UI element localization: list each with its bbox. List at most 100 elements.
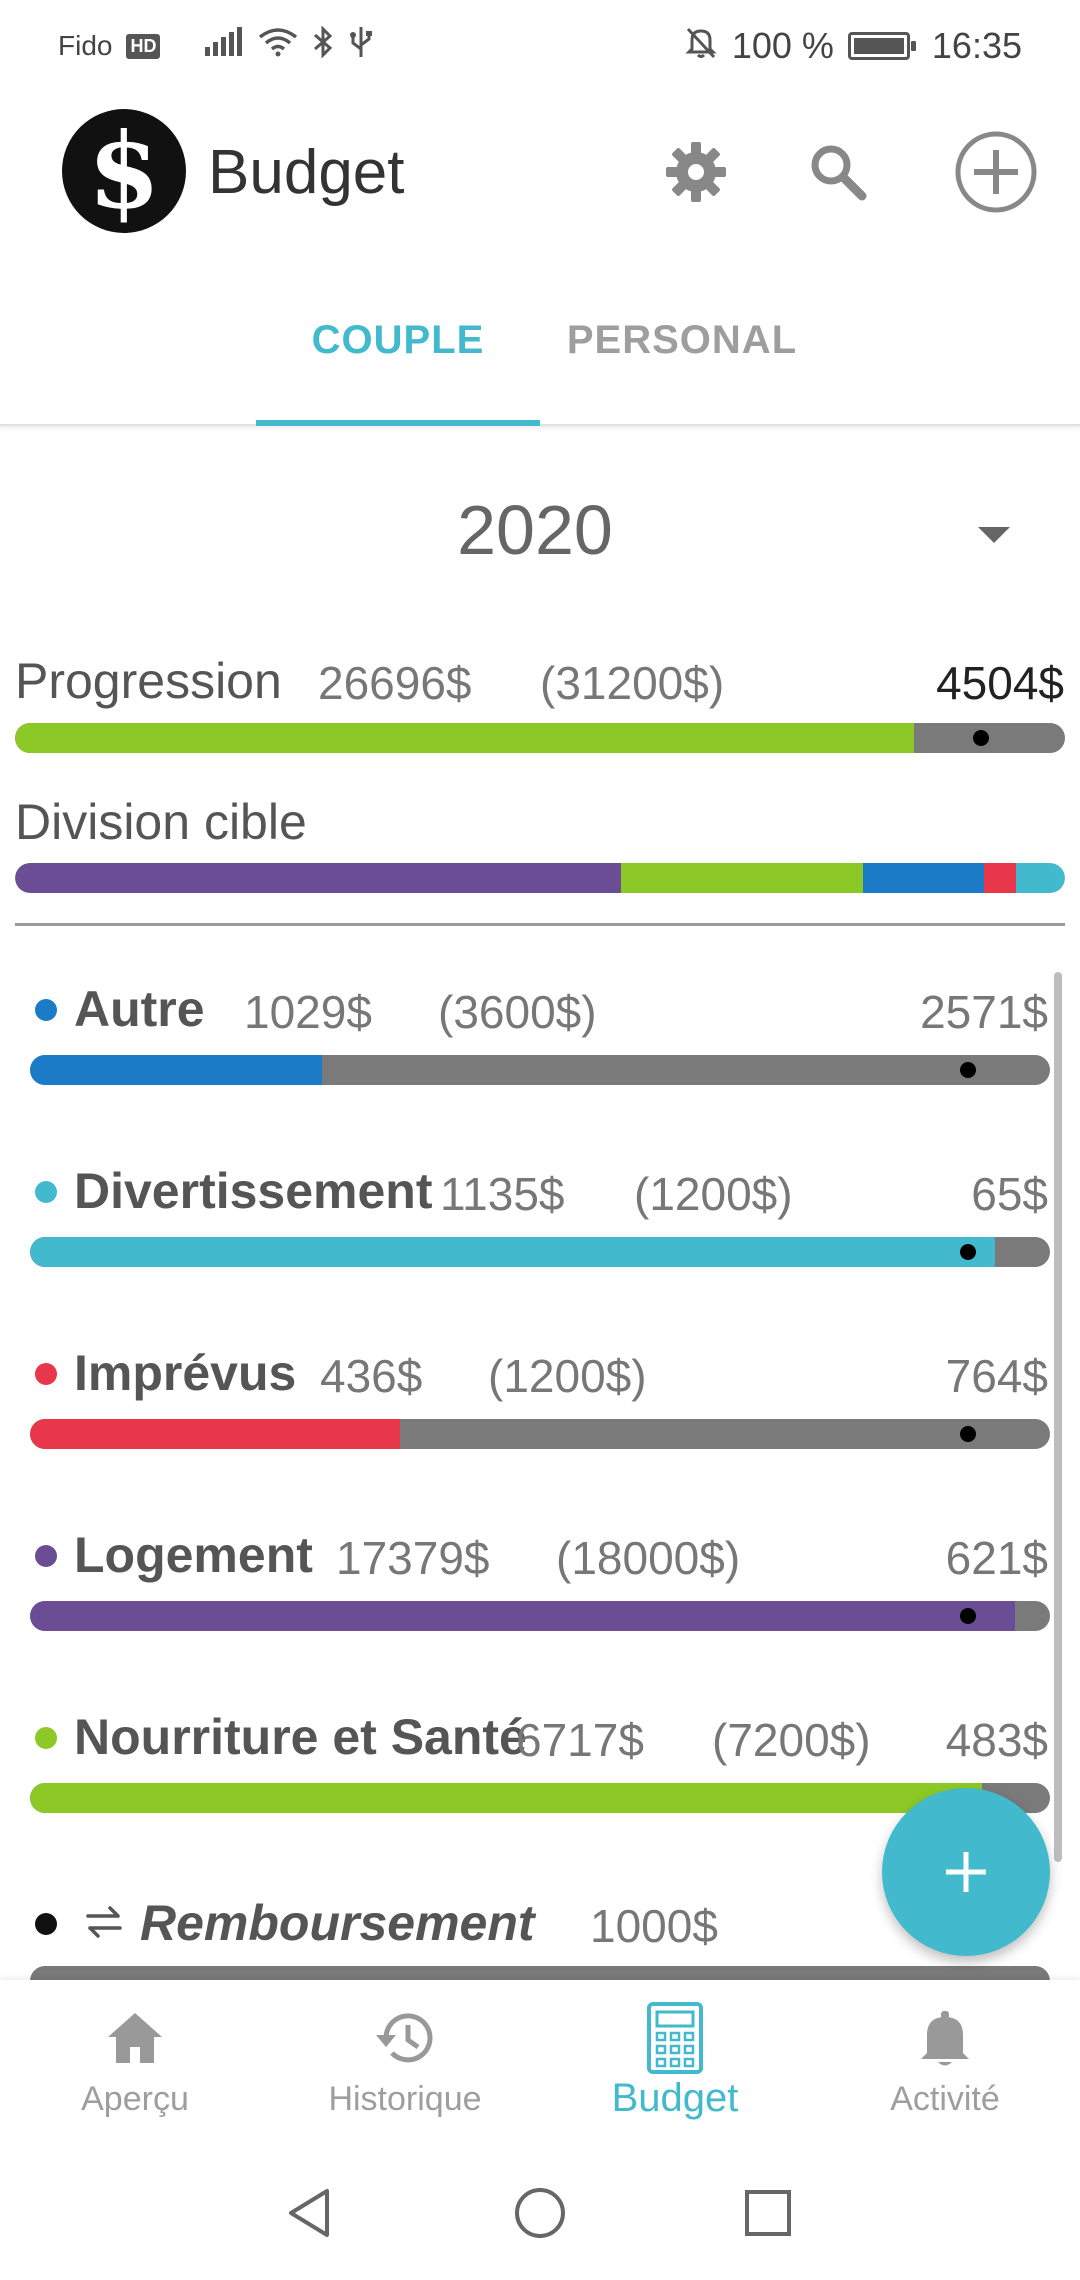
scrollbar[interactable] (1054, 972, 1062, 1862)
category-remaining: 764$ (945, 1350, 1048, 1402)
hd-badge: HD (126, 33, 161, 59)
category-dot (35, 1727, 57, 1749)
home-circle-icon[interactable] (505, 2178, 575, 2248)
category-bar-fill (30, 1419, 401, 1449)
division-segment (1015, 863, 1065, 893)
calculator-icon (639, 2002, 711, 2074)
battery-icon (847, 32, 916, 60)
nav-label: Aperçu (81, 2080, 189, 2118)
progression-bar-marker (973, 730, 989, 746)
settings-icon[interactable] (654, 130, 738, 214)
home-icon (99, 2002, 171, 2074)
category-dot (35, 1363, 57, 1385)
logo-dollar-glyph: $ (87, 109, 161, 232)
add-circle-icon[interactable] (954, 130, 1038, 214)
plus-icon (946, 1852, 986, 1892)
status-left: Fido HD (58, 25, 374, 67)
tab-personal[interactable]: PERSONAL (540, 318, 824, 363)
division-segment (863, 863, 985, 893)
bell-icon (909, 2002, 981, 2074)
recents-icon[interactable] (733, 2178, 803, 2248)
signal-icon (204, 27, 244, 65)
remboursement-dot (35, 1913, 57, 1935)
add-transaction-button[interactable] (882, 1788, 1050, 1956)
bottom-navigation: Aperçu Historique Budget Activité (0, 1980, 1080, 2150)
progression-bar (15, 723, 1065, 753)
category-spent: 6717$ (516, 1714, 644, 1766)
category-target: (1200$) (488, 1350, 647, 1402)
category-bar (30, 1601, 1050, 1631)
category-name: Imprévus (74, 1345, 297, 1401)
app-logo: $ (62, 109, 186, 233)
category-bar-fill (30, 1783, 982, 1813)
division-segment (15, 863, 621, 893)
history-icon (369, 2002, 441, 2074)
tab-bar: COUPLE PERSONAL (0, 258, 1080, 426)
nav-historique[interactable]: Historique (270, 1980, 540, 2150)
search-icon[interactable] (796, 130, 880, 214)
category-bar-fill (30, 1237, 995, 1267)
category-target: (1200$) (634, 1168, 793, 1220)
progression-label: Progression (15, 653, 282, 709)
progression-target: (31200$) (540, 657, 725, 709)
category-target: (3600$) (438, 986, 597, 1038)
carrier-name: Fido (58, 30, 113, 61)
category-spent: 17379$ (336, 1532, 490, 1584)
category-spent: 1135$ (440, 1168, 565, 1220)
nav-label: Activité (890, 2080, 1000, 2118)
progression-remaining: 4504$ (936, 657, 1064, 709)
category-spent: 436$ (320, 1350, 423, 1402)
nav-budget[interactable]: Budget (540, 1980, 810, 2150)
category-name: Divertissement (74, 1163, 433, 1219)
category-bar-fill (30, 1055, 322, 1085)
category-bar-marker (960, 1426, 977, 1442)
category-name: Nourriture et Santé (74, 1709, 527, 1765)
dropdown-arrow-icon[interactable] (978, 527, 1010, 543)
clock: 16:35 (931, 25, 1022, 66)
remboursement-amount: 1000$ (590, 1900, 718, 1952)
year-selector[interactable]: 2020 (0, 490, 1070, 570)
remboursement-name: Remboursement (140, 1895, 535, 1951)
category-remaining: 65$ (971, 1168, 1048, 1220)
division-segment (984, 863, 1016, 893)
tab-couple[interactable]: COUPLE (256, 318, 540, 363)
mute-icon (684, 25, 718, 67)
category-remaining: 2571$ (920, 986, 1048, 1038)
category-bar (30, 1055, 1050, 1085)
category-spent: 1029$ (244, 986, 372, 1038)
nav-activite[interactable]: Activité (810, 1980, 1080, 2150)
app-bar: $ Budget (0, 92, 1080, 258)
progression-bar-fill (15, 723, 914, 753)
status-bar: Fido HD 100 % 16:35 (0, 0, 1080, 92)
category-dot (35, 1545, 57, 1567)
category-name: Logement (74, 1527, 313, 1583)
wifi-icon (258, 27, 298, 65)
category-remaining: 483$ (945, 1714, 1048, 1766)
division-segment (620, 863, 864, 893)
category-dot (35, 1181, 57, 1203)
app-title: Budget (208, 138, 405, 207)
nav-apercu[interactable]: Aperçu (0, 1980, 270, 2150)
swap-arrows-icon (84, 1902, 124, 1947)
category-bar (30, 1237, 1050, 1267)
category-target: (18000$) (556, 1532, 741, 1584)
category-remaining: 621$ (945, 1532, 1048, 1584)
nav-label: Historique (328, 2080, 482, 2118)
category-bar-marker (960, 1062, 977, 1078)
category-name: Autre (74, 981, 205, 1037)
battery-percent: 100 % (731, 25, 834, 66)
status-right: 100 % 16:35 (684, 25, 1022, 67)
section-divider (15, 923, 1065, 926)
division-bar (15, 863, 1065, 893)
tab-indicator (256, 420, 540, 426)
system-navigation (0, 2150, 1080, 2280)
progression-spent: 26696$ (318, 657, 472, 709)
back-icon[interactable] (274, 2178, 344, 2248)
category-dot (35, 999, 57, 1021)
category-bar (30, 1783, 1050, 1813)
division-label: Division cible (15, 794, 307, 850)
nav-label: Budget (611, 2076, 739, 2120)
usb-icon (348, 25, 374, 67)
bluetooth-icon (312, 25, 334, 66)
category-target: (7200$) (712, 1714, 871, 1766)
